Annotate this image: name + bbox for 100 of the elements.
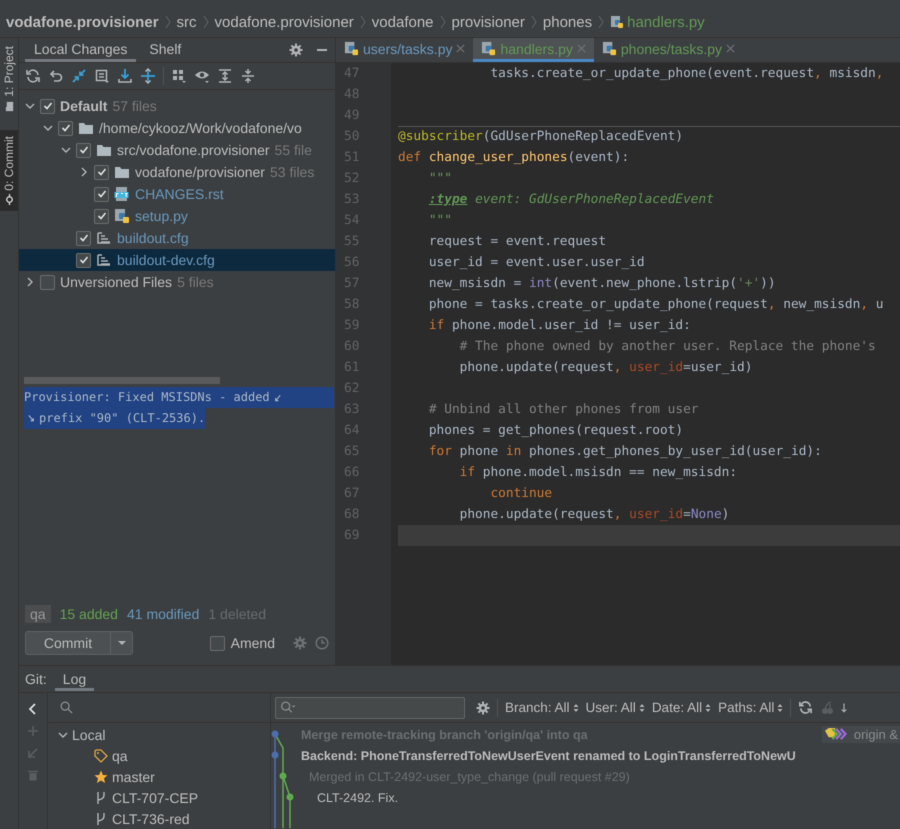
undo-icon[interactable] <box>48 68 64 84</box>
branch-item[interactable]: master <box>112 768 155 784</box>
refresh-icon[interactable] <box>25 68 41 84</box>
tree-row[interactable]: src/vodafone.provisioner 55 file <box>19 139 335 161</box>
tool-window-button[interactable]: 0: Commit <box>0 130 18 212</box>
panel-tab[interactable]: Shelf <box>140 38 190 62</box>
checkbox[interactable] <box>76 142 91 158</box>
document-icon[interactable] <box>94 68 110 84</box>
checkbox[interactable] <box>210 636 225 650</box>
group-by-icon[interactable] <box>171 68 187 84</box>
code-line: for phone in phones.get_phones_by_user_id(user_id): <box>428 443 823 461</box>
panel-tab[interactable]: Local Changes <box>25 38 136 62</box>
breadcrumb-item[interactable]: vodafone.provisioner <box>6 14 159 30</box>
tree-item-label: buildout.cfg <box>117 230 189 246</box>
tree-row[interactable]: vodafone/provisioner 53 files <box>19 161 335 183</box>
chevron-icon <box>530 15 537 29</box>
chevron-icon <box>598 15 604 29</box>
tree-row[interactable]: Default 57 files <box>19 95 335 117</box>
filter-dropdown[interactable]: User: All <box>586 700 645 715</box>
checkbox[interactable] <box>94 186 109 202</box>
python-file-icon <box>114 208 130 224</box>
tree-row[interactable]: Unversioned Files 5 files <box>19 271 335 293</box>
code-line: phone = tasks.create_or_update_phone(request, new_msisdn, u <box>428 296 884 314</box>
filter-field[interactable] <box>275 696 465 718</box>
panel-tab[interactable]: Log <box>54 667 94 691</box>
code-line: tasks.create_or_update_phone(event.request, msisdn, <box>489 65 884 83</box>
move-icon[interactable] <box>140 68 156 84</box>
tree-row[interactable]: setup.py <box>19 205 335 227</box>
ref-label: origin & <box>822 726 900 743</box>
branch-item[interactable]: CLT-736-red <box>112 810 190 826</box>
code-line: # The phone owned by another user. Replace the phone's <box>458 338 877 356</box>
chevron-icon <box>440 15 446 29</box>
collapse-all-icon[interactable] <box>240 68 256 84</box>
checkmark-icon <box>78 232 90 244</box>
tree-row[interactable]: buildout-dev.cfg <box>19 249 335 271</box>
filter-dropdown[interactable]: Date: All <box>652 700 712 715</box>
commit-options-button[interactable] <box>111 631 133 655</box>
branch-item[interactable]: qa <box>112 748 128 764</box>
code-line: continue <box>489 485 554 503</box>
settings-icon[interactable] <box>289 43 303 57</box>
modified-count: 41 modified <box>126 606 200 622</box>
download-icon[interactable] <box>117 68 133 84</box>
search-icon <box>280 701 296 714</box>
checkmark-icon <box>96 210 108 222</box>
breadcrumb-item[interactable]: vodafone.provisioner <box>214 14 354 30</box>
code-line: if phone.model.msisdn == new_msisdn: <box>458 464 738 482</box>
checkbox[interactable] <box>76 230 91 246</box>
chevron-icon <box>164 15 171 29</box>
commit-subject[interactable]: CLT-2492. Fix. <box>301 790 398 804</box>
code-line: """ <box>428 212 453 230</box>
checkbox[interactable] <box>58 120 73 136</box>
text-file-icon <box>114 186 130 202</box>
checkmark-icon <box>96 188 108 200</box>
file-count: 55 file <box>274 142 312 158</box>
commit-subject[interactable]: Backend: PhoneTransferredToNewUserEvent renamed to LoginTransferredToNewU <box>301 748 796 762</box>
checkbox[interactable] <box>94 164 109 180</box>
code-line: @subscriber(GdUserPhoneReplacedEvent) <box>398 126 900 147</box>
expand-all-icon[interactable] <box>217 68 233 84</box>
down-arrow-icon[interactable] <box>841 700 848 714</box>
checkbox[interactable] <box>40 98 55 114</box>
tree-item-label: src/vodafone.provisioner <box>117 142 270 158</box>
code-line: if phone.model.user_id != user_id: <box>428 317 692 335</box>
checkbox[interactable] <box>94 208 109 224</box>
editor-tab[interactable]: users/tasks.py <box>336 38 474 62</box>
filter-dropdown[interactable]: Branch: All <box>505 700 579 715</box>
settings-icon[interactable] <box>476 700 490 714</box>
amend-label[interactable]: Amend <box>230 635 275 651</box>
breadcrumb-item[interactable]: vodafone <box>372 14 434 30</box>
tool-window-button[interactable]: 1: Project <box>0 40 18 118</box>
branch-item[interactable]: CLT-707-CEP <box>112 790 198 806</box>
checkmark-icon <box>42 100 54 112</box>
code-line: # Unbind all other phones from user <box>428 401 700 419</box>
scrollbar[interactable] <box>24 377 220 384</box>
tree-row[interactable]: CHANGES.rst <box>19 183 335 205</box>
checkmark-icon <box>78 144 90 156</box>
tab-label[interactable]: users/tasks.py <box>363 40 452 56</box>
breadcrumb-item[interactable]: provisioner <box>452 14 525 30</box>
config-file-icon <box>96 230 112 246</box>
tree-row[interactable]: buildout.cfg <box>19 227 335 249</box>
tree-item-label: buildout-dev.cfg <box>117 252 215 268</box>
checkbox[interactable] <box>40 274 55 290</box>
code-line: new_msisdn = int(event.new_phone.lstrip('+')) <box>428 275 777 293</box>
updown-arrows-icon <box>777 702 784 712</box>
tree-row[interactable]: /home/cykooz/Work/vodafone/vo <box>19 117 335 139</box>
folder-icon <box>114 165 130 179</box>
tag-icon <box>94 748 108 762</box>
breadcrumb-item[interactable]: src <box>176 14 197 30</box>
file-count: 53 files <box>270 164 314 180</box>
tab-label[interactable]: phones/tasks.py <box>620 40 722 56</box>
diff-arrows-icon[interactable] <box>71 68 87 84</box>
filter-dropdown[interactable]: Paths: All <box>718 700 784 715</box>
checkbox[interactable] <box>76 252 91 268</box>
branch-item[interactable]: Local <box>72 726 106 742</box>
refresh-icon[interactable] <box>798 700 814 715</box>
breadcrumb-item[interactable]: phones <box>542 14 592 30</box>
commit-button[interactable]: Commit <box>25 631 111 655</box>
breadcrumb-item[interactable]: handlers.py <box>610 14 705 30</box>
search-icon <box>60 701 73 714</box>
python-file-icon <box>602 41 617 56</box>
editor-tab[interactable]: phones/tasks.py <box>594 38 744 62</box>
